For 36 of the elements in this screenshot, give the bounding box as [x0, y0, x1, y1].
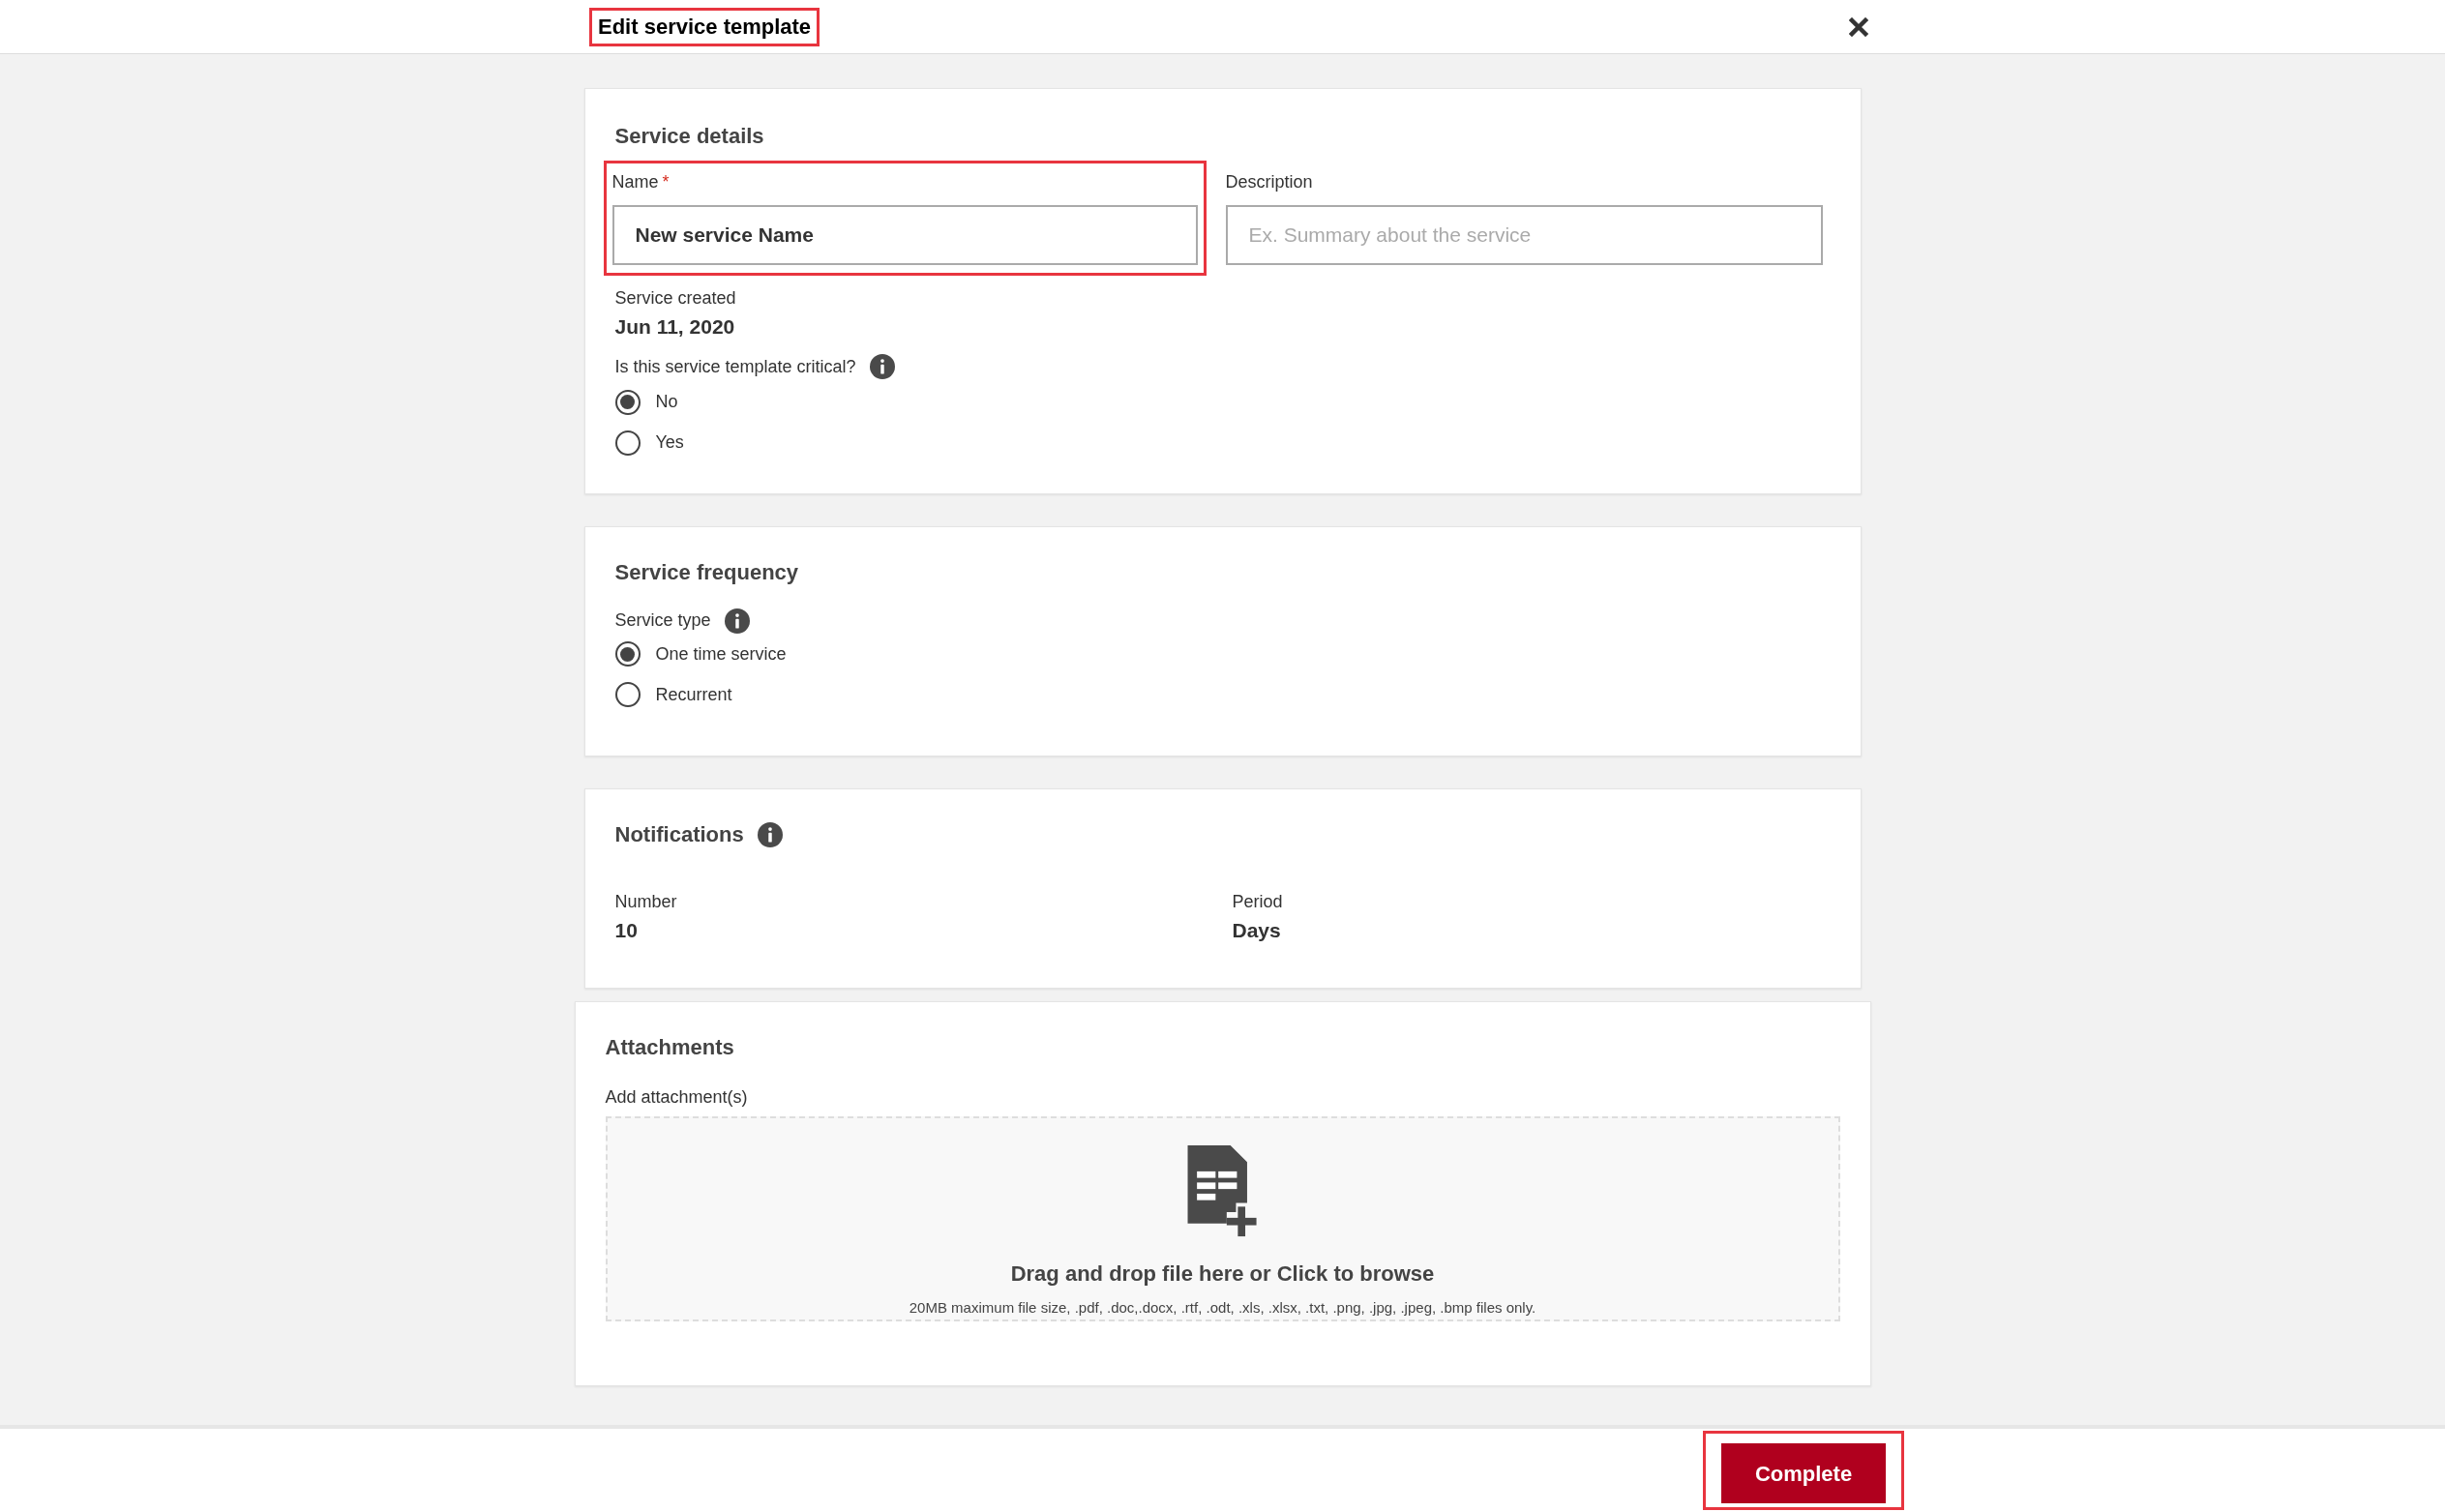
radio-button[interactable] [614, 641, 641, 667]
radio-label[interactable]: Yes [655, 430, 684, 456]
field-label: Number [614, 891, 678, 913]
field-label: Period [1232, 891, 1284, 913]
section-title: Attachments [605, 1034, 735, 1061]
field-value: Days [1232, 918, 1282, 943]
section-title: Service frequency [614, 559, 800, 586]
field-label: Is this service template critical? [614, 355, 856, 378]
complete-button[interactable]: Complete [1721, 1443, 1886, 1503]
radio-button[interactable] [614, 682, 641, 707]
field-value: Jun 11, 2020 [614, 314, 736, 340]
dialog-title: Edit service template [597, 13, 813, 41]
info-icon[interactable] [724, 608, 750, 634]
close-icon[interactable] [1849, 16, 1868, 37]
add-file-icon [1185, 1145, 1260, 1238]
info-icon[interactable] [757, 821, 783, 847]
field-label: Name [611, 171, 659, 193]
file-drop-zone[interactable]: Drag and drop file here or Click to browse 20MB maximum file size, .pdf, .doc,.docx, .rtf, .odt, .xls, .xlsx, .txt, .png, .jpg, .jpeg, .bmp files only. [605, 1116, 1840, 1321]
field-label: Service created [614, 287, 737, 310]
drop-instruction: Drag and drop file here or Click to browse [1010, 1260, 1435, 1288]
name-input[interactable]: New service Name [611, 205, 1198, 265]
radio-label[interactable]: No [655, 389, 678, 415]
section-title: Notifications [614, 821, 744, 848]
radio-label[interactable]: One time service [655, 640, 787, 667]
required-mark: * [662, 171, 670, 193]
description-input[interactable]: Ex. Summary about the service [1225, 205, 1823, 265]
info-icon[interactable] [869, 354, 895, 379]
field-label: Add attachment(s) [605, 1086, 749, 1109]
field-value: 10 [614, 918, 639, 943]
field-label: Service type [614, 609, 711, 632]
radio-button[interactable] [614, 430, 641, 456]
field-label: Description [1225, 171, 1314, 193]
radio-button[interactable] [614, 389, 641, 415]
section-title: Service details [614, 123, 765, 150]
radio-label[interactable]: Recurrent [655, 681, 732, 708]
file-type-hint: 20MB maximum file size, .pdf, .doc,.docx, .rtf, .odt, .xls, .xlsx, .txt, .png, .jpg, .jpeg, .bmp files only. [909, 1298, 1536, 1318]
